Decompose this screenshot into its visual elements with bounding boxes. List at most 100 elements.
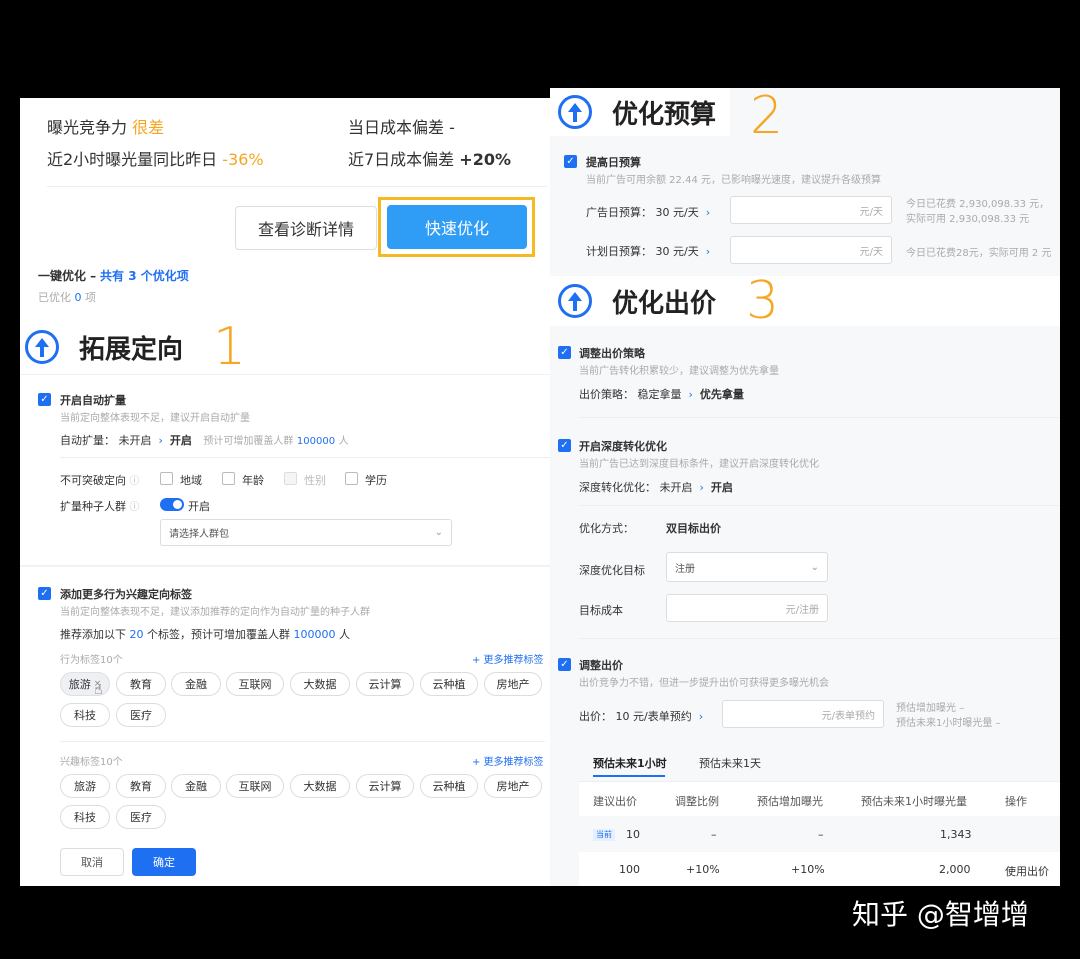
recommend-value: 100000 bbox=[293, 628, 336, 641]
target-value: 注册 bbox=[675, 563, 695, 575]
target-label: 深度优化目标 bbox=[579, 564, 645, 577]
adjust-bid-checkbox[interactable]: ✓ bbox=[558, 658, 571, 671]
divider bbox=[579, 417, 1060, 418]
chevron-right-icon: › bbox=[695, 710, 704, 723]
interest-tag[interactable]: 金融 bbox=[171, 774, 221, 798]
col-header: 预估增加曝光 bbox=[757, 795, 823, 808]
recommend-suffix: 人 bbox=[339, 628, 350, 641]
help-icon[interactable]: ⓘ bbox=[130, 476, 140, 487]
interest-tag[interactable]: 云计算 bbox=[356, 774, 414, 798]
strategy-desc: 当前广告转化积累较少，建议调整为优先拿量 bbox=[579, 366, 779, 377]
section2-number: 2 bbox=[750, 88, 784, 146]
interest-tag[interactable]: 科技 bbox=[60, 805, 110, 829]
quick-optimize-button[interactable]: 快速优化 bbox=[387, 205, 527, 249]
more-interest-tags-link[interactable]: + 更多推荐标签 bbox=[472, 753, 544, 768]
plan-budget-value: 30 元/天 bbox=[655, 245, 699, 258]
unbreak-gender-label: 性别 bbox=[304, 474, 326, 487]
chevron-right-icon: › bbox=[685, 388, 697, 401]
divider bbox=[47, 186, 547, 187]
unbreakable-label-row: 不可突破定向 ⓘ bbox=[60, 472, 140, 488]
exposure-row: 曝光竞争力 很差 bbox=[47, 114, 164, 138]
section2-title: 优化预算 bbox=[612, 99, 717, 130]
behavior-tag[interactable]: 科技 bbox=[60, 703, 110, 727]
strategy-label: 出价策略： bbox=[579, 388, 634, 401]
behavior-tag[interactable]: 医疗 bbox=[116, 703, 166, 727]
behavior-tags-label: 行为标签10个 bbox=[60, 655, 123, 666]
use-bid-link[interactable]: 使用出价 bbox=[1005, 863, 1049, 879]
target-select[interactable]: 注册 ⌄ bbox=[666, 552, 828, 582]
unbreak-region-checkbox[interactable] bbox=[160, 472, 173, 485]
behavior-tag[interactable]: 金融 bbox=[171, 672, 221, 696]
unbreak-age-checkbox[interactable] bbox=[222, 472, 235, 485]
interest-tag[interactable]: 互联网 bbox=[226, 774, 284, 798]
cell-bid: 100 bbox=[619, 863, 640, 876]
behavior-tag[interactable]: 房地产 bbox=[484, 672, 542, 696]
auto-expand-checkbox[interactable]: ✓ bbox=[38, 393, 51, 406]
optimized-prefix: 已优化 bbox=[38, 291, 71, 304]
cancel-button[interactable]: 取消 bbox=[60, 848, 124, 876]
unbreakable-label: 不可突破定向 bbox=[60, 474, 126, 487]
behavior-tag[interactable]: 大数据 bbox=[290, 672, 350, 696]
unbreak-age-label: 年龄 bbox=[242, 474, 264, 487]
tab-next-1h[interactable]: 预估未来1小时 bbox=[593, 755, 667, 771]
interest-tag[interactable]: 旅游 bbox=[60, 774, 110, 798]
exposure-label: 曝光竞争力 bbox=[47, 118, 128, 137]
plan-budget-input[interactable]: 元/天 bbox=[730, 236, 892, 264]
recommend-row: 推荐添加以下 20 个标签，预计可增加覆盖人群 100000 人 bbox=[60, 626, 350, 642]
interest-tag[interactable]: 教育 bbox=[116, 774, 166, 798]
behavior-tag[interactable]: 教育 bbox=[116, 672, 166, 696]
raise-budget-desc: 当前广告可用余额 22.44 元，已影响曝光速度，建议提升各级预算 bbox=[586, 175, 881, 186]
raise-budget-checkbox[interactable]: ✓ bbox=[564, 155, 577, 168]
ad-spent-info: 今日已花费 2,930,098.33 元， bbox=[906, 199, 1050, 210]
add-tags-checkbox[interactable]: ✓ bbox=[38, 587, 51, 600]
section1-number: 1 bbox=[213, 320, 247, 377]
seed-label-row: 扩量种子人群 ⓘ bbox=[60, 498, 140, 514]
divider bbox=[20, 565, 550, 567]
seed-toggle[interactable] bbox=[160, 498, 184, 511]
unbreak-education-label: 学历 bbox=[365, 474, 387, 487]
one-click-row: 一键优化 – 共有 3 个优化项 bbox=[38, 267, 189, 284]
strategy-title: 调整出价策略 bbox=[579, 347, 645, 360]
upgrade-arrow-icon bbox=[25, 330, 59, 364]
divider bbox=[579, 505, 1060, 506]
interest-tag[interactable]: 医疗 bbox=[116, 805, 166, 829]
table-row: 100 +10% +10% 2,000 使用出价 bbox=[579, 852, 1060, 886]
exposure-2h-row: 近2小时曝光量同比昨日 -36% bbox=[47, 146, 264, 170]
confirm-button[interactable]: 确定 bbox=[132, 848, 196, 876]
interest-tag[interactable]: 房地产 bbox=[484, 774, 542, 798]
bid-value: 10 元/表单预约 bbox=[615, 710, 692, 723]
deep-title: 开启深度转化优化 bbox=[579, 440, 667, 453]
unbreak-education-checkbox[interactable] bbox=[345, 472, 358, 485]
toggle-knob bbox=[173, 500, 182, 509]
deep-conversion-checkbox[interactable]: ✓ bbox=[558, 439, 571, 452]
optimized-count: 0 bbox=[74, 291, 82, 304]
deep-from: 未开启 bbox=[659, 481, 693, 494]
more-behavior-tags-link[interactable]: + 更多推荐标签 bbox=[472, 651, 544, 666]
unbreak-gender-checkbox[interactable] bbox=[284, 472, 297, 485]
behavior-tag[interactable]: 云计算 bbox=[356, 672, 414, 696]
tag-label: 旅游 bbox=[68, 678, 91, 691]
interest-tag[interactable]: 大数据 bbox=[290, 774, 350, 798]
help-icon[interactable]: ⓘ bbox=[130, 502, 140, 513]
auto-expand-est-value: 100000 bbox=[296, 436, 336, 447]
section1-title: 拓展定向 bbox=[79, 334, 184, 365]
recommend-prefix: 推荐添加以下 bbox=[60, 628, 126, 641]
est-inc-label: 预估增加曝光 bbox=[896, 703, 956, 714]
behavior-tag[interactable]: 云种植 bbox=[420, 672, 478, 696]
strategy-to: 优先拿量 bbox=[699, 388, 744, 401]
bid-input[interactable]: 元/表单预约 bbox=[722, 700, 884, 728]
cost-7d-value: +20% bbox=[459, 150, 511, 169]
tab-next-1d[interactable]: 预估未来1天 bbox=[699, 755, 761, 771]
behavior-tag[interactable]: 互联网 bbox=[226, 672, 284, 696]
cost-input[interactable]: 元/注册 bbox=[666, 594, 828, 622]
ad-budget-input[interactable]: 元/天 bbox=[730, 196, 892, 224]
section3-header: 优化出价 3 bbox=[550, 276, 1060, 327]
plan-budget-unit: 元/天 bbox=[859, 246, 883, 258]
one-click-count: 共有 3 个优化项 bbox=[100, 269, 189, 283]
view-detail-button[interactable]: 查看诊断详情 bbox=[235, 206, 377, 250]
strategy-checkbox[interactable]: ✓ bbox=[558, 346, 571, 359]
plan-budget-row: 计划日预算： 30 元/天 › bbox=[586, 243, 710, 259]
interest-tag[interactable]: 云种植 bbox=[420, 774, 478, 798]
strategy-from: 稳定拿量 bbox=[637, 388, 682, 401]
seed-select[interactable]: 请选择人群包 ⌄ bbox=[160, 519, 452, 546]
